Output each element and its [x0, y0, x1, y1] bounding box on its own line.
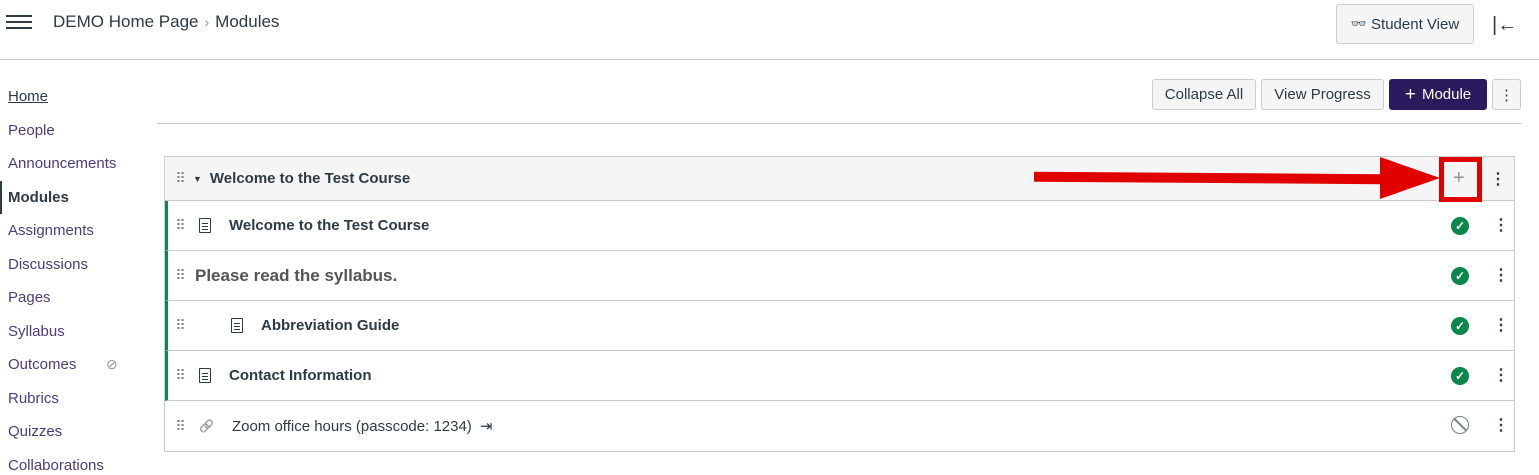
breadcrumb: DEMO Home Page › Modules [53, 12, 279, 32]
module-item-title[interactable]: Abbreviation Guide [261, 317, 399, 334]
view-progress-button[interactable]: View Progress [1261, 79, 1384, 110]
sidebar-item-people[interactable]: People [0, 114, 150, 148]
glasses-icon: 👓 [1350, 16, 1368, 31]
collapse-all-button[interactable]: Collapse All [1152, 79, 1256, 110]
sidebar-item-announcements[interactable]: Announcements [0, 147, 150, 181]
drag-handle-icon[interactable]: ⠿ [173, 317, 187, 334]
add-module-button[interactable]: + Module [1389, 79, 1487, 110]
module-text-header: Please read the syllabus. [195, 265, 398, 285]
published-check-icon[interactable]: ✓ [1451, 367, 1469, 385]
unpublished-icon[interactable] [1451, 416, 1469, 434]
page-icon [199, 368, 211, 383]
item-kebab-icon[interactable]: ⋮ [1493, 265, 1509, 285]
module-item-title[interactable]: Contact Information [229, 367, 372, 384]
drag-handle-icon[interactable]: ⠿ [173, 170, 187, 187]
module-item[interactable]: ⠿ Please read the syllabus. ✓ ⋮ [165, 251, 1514, 301]
page-icon [199, 218, 211, 233]
module-item[interactable]: ⠿ 🔗 Zoom office hours (passcode: 1234) ⇥… [165, 401, 1514, 451]
sidebar-item-syllabus[interactable]: Syllabus [0, 315, 150, 349]
item-kebab-icon[interactable]: ⋮ [1493, 365, 1509, 385]
published-check-icon[interactable]: ✓ [1451, 217, 1469, 235]
add-module-label: Module [1421, 86, 1472, 103]
sidebar-item-outcomes[interactable]: Outcomes ⊘ [0, 348, 150, 382]
module-container: ⠿ ▼ Welcome to the Test Course + ⋮ ⠿ Wel… [164, 156, 1515, 452]
sidebar-item-pages[interactable]: Pages [0, 281, 150, 315]
breadcrumb-course-link[interactable]: DEMO Home Page [53, 12, 199, 32]
module-item[interactable]: ⠿ Contact Information ✓ ⋮ [165, 351, 1514, 401]
breadcrumb-current: Modules [215, 12, 280, 31]
published-check-icon[interactable]: ✓ [1451, 317, 1469, 335]
external-link-icon: ⇥ [479, 418, 493, 435]
published-check-icon[interactable]: ✓ [1451, 267, 1469, 285]
drag-handle-icon[interactable]: ⠿ [173, 418, 187, 435]
module-item-title[interactable]: Welcome to the Test Course [229, 217, 429, 234]
modules-toolbar: Collapse All View Progress + Module ⋮ [1152, 79, 1521, 110]
toolbar-kebab-icon[interactable]: ⋮ [1492, 79, 1521, 110]
sidebar-item-quizzes[interactable]: Quizzes [0, 415, 150, 449]
module-item-title[interactable]: Zoom office hours (passcode: 1234) [232, 418, 472, 435]
sidebar-item-rubrics[interactable]: Rubrics [0, 382, 150, 416]
hidden-eye-icon: ⊘ [106, 356, 118, 373]
annotation-arrow-head [1380, 157, 1440, 199]
drag-handle-icon[interactable]: ⠿ [173, 267, 187, 284]
student-view-label: Student View [1371, 15, 1460, 33]
page-icon [231, 318, 243, 333]
toolbar-divider [157, 123, 1522, 124]
sidebar-item-discussions[interactable]: Discussions [0, 248, 150, 282]
module-item[interactable]: ⠿ Abbreviation Guide ✓ ⋮ [165, 301, 1514, 351]
student-view-button[interactable]: 👓 Student View [1336, 4, 1474, 44]
item-kebab-icon[interactable]: ⋮ [1493, 315, 1509, 335]
item-kebab-icon[interactable]: ⋮ [1493, 215, 1509, 235]
sidebar-item-home[interactable]: Home [0, 80, 150, 114]
collapse-caret-icon[interactable]: ▼ [193, 174, 202, 184]
collapse-nav-icon[interactable]: |← [1492, 14, 1517, 37]
drag-handle-icon[interactable]: ⠿ [173, 217, 187, 234]
link-icon: 🔗 [199, 419, 214, 433]
plus-icon: + [1404, 83, 1416, 105]
sidebar-item-assignments[interactable]: Assignments [0, 214, 150, 248]
sidebar-item-collaborations[interactable]: Collaborations [0, 449, 150, 475]
top-header: DEMO Home Page › Modules 👓 Student View … [0, 0, 1539, 60]
breadcrumb-separator: › [204, 14, 210, 30]
module-item[interactable]: ⠿ Welcome to the Test Course ✓ ⋮ [165, 201, 1514, 251]
sidebar-item-outcomes-label: Outcomes [8, 356, 77, 374]
course-nav-sidebar: Home People Announcements Modules Assign… [0, 80, 150, 475]
sidebar-item-modules[interactable]: Modules [0, 180, 150, 214]
item-kebab-icon[interactable]: ⋮ [1493, 415, 1509, 435]
module-kebab-icon[interactable]: ⋮ [1490, 169, 1506, 189]
annotation-highlight-box [1439, 157, 1482, 202]
drag-handle-icon[interactable]: ⠿ [173, 367, 187, 384]
hamburger-menu-icon[interactable] [6, 12, 32, 34]
module-title: Welcome to the Test Course [209, 170, 411, 187]
